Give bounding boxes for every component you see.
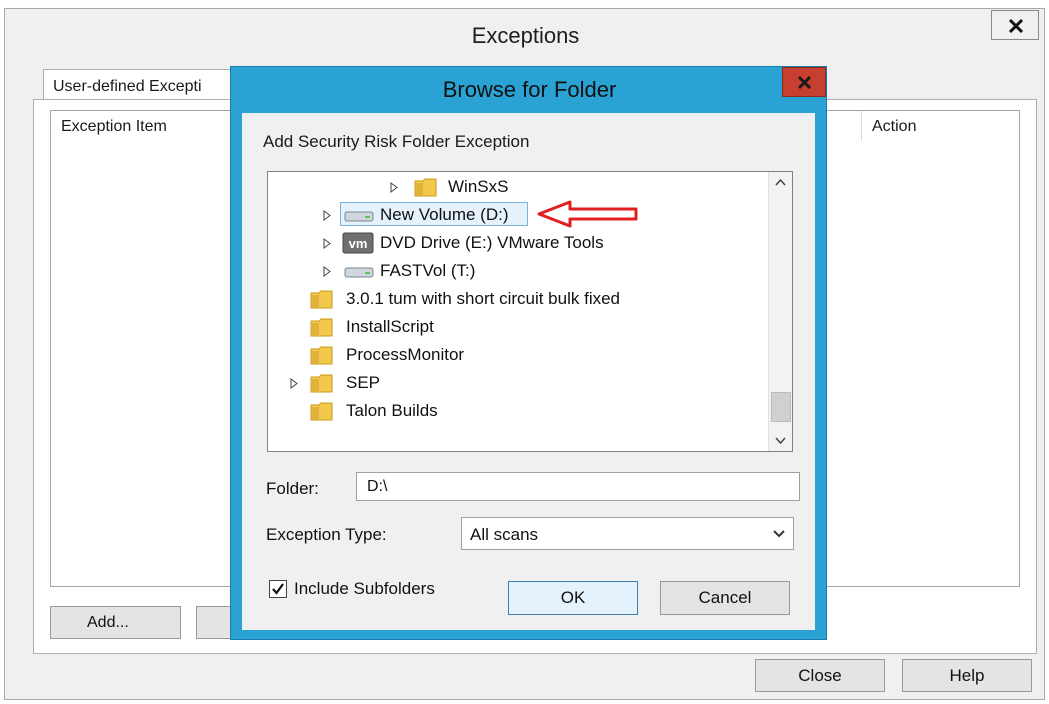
- tab-user-defined-exceptions[interactable]: User-defined Excepti: [43, 69, 243, 101]
- help-button[interactable]: Help: [902, 659, 1032, 692]
- folder-icon: [310, 290, 333, 309]
- chevron-down-icon: [773, 530, 785, 538]
- folder-icon: [310, 402, 333, 421]
- tree-node-folder[interactable]: 3.0.1 tum with short circuit bulk fixed: [268, 286, 768, 312]
- folder-tree[interactable]: WinSxS New Volume (D:) vm DVD Drive (E:)…: [267, 171, 793, 452]
- folder-icon: [414, 178, 437, 197]
- column-label: Action: [872, 118, 917, 135]
- expand-arrow-icon[interactable]: [290, 378, 298, 389]
- tree-node-sep[interactable]: SEP: [268, 370, 768, 396]
- expand-arrow-icon[interactable]: [390, 182, 398, 193]
- close-icon: [797, 75, 812, 90]
- add-button[interactable]: Add...: [50, 606, 181, 639]
- dialog-description: Add Security Risk Folder Exception: [263, 132, 530, 151]
- tree-node-fastvol[interactable]: FASTVol (T:): [268, 258, 768, 284]
- close-icon: [1008, 18, 1024, 34]
- chevron-down-icon: [775, 437, 786, 444]
- dialog-body: Add Security Risk Folder Exception WinSx…: [242, 113, 815, 630]
- expand-arrow-icon[interactable]: [323, 266, 331, 277]
- tree-node-winsxs[interactable]: WinSxS: [268, 174, 768, 200]
- scroll-thumb[interactable]: [771, 392, 791, 422]
- scroll-down-button[interactable]: [769, 429, 792, 451]
- checkmark-icon: [272, 583, 284, 595]
- folder-icon: [310, 346, 333, 365]
- tab-label: User-defined Excepti: [53, 78, 202, 95]
- ok-button[interactable]: OK: [508, 581, 638, 615]
- dialog-close-button[interactable]: [782, 67, 826, 97]
- include-subfolders-checkbox[interactable]: [269, 580, 287, 598]
- add-button-label: Add...: [87, 614, 129, 631]
- tree-scrollbar[interactable]: [768, 172, 792, 451]
- tree-node-dvd-drive[interactable]: vm DVD Drive (E:) VMware Tools: [268, 230, 768, 256]
- tree-node-processmonitor[interactable]: ProcessMonitor: [268, 342, 768, 368]
- close-button[interactable]: Close: [755, 659, 885, 692]
- tree-node-label: SEP: [346, 373, 381, 392]
- dialog-title: Browse for Folder: [442, 77, 617, 102]
- tree-node-label: Talon Builds: [346, 401, 438, 420]
- exception-type-select[interactable]: All scans: [461, 517, 794, 550]
- vmware-icon: vm: [342, 232, 374, 254]
- tree-node-new-volume[interactable]: New Volume (D:): [268, 202, 768, 228]
- folder-icon: [310, 374, 333, 393]
- vmware-badge-text: vm: [349, 236, 368, 251]
- tree-node-label: ProcessMonitor: [346, 345, 465, 364]
- cancel-button[interactable]: Cancel: [660, 581, 790, 615]
- tree-node-installscript[interactable]: InstallScript: [268, 314, 768, 340]
- tree-node-label: DVD Drive (E:) VMware Tools: [380, 233, 604, 252]
- include-subfolders-label[interactable]: Include Subfolders: [294, 579, 435, 599]
- exception-type-value: All scans: [470, 525, 539, 544]
- expand-arrow-icon[interactable]: [323, 210, 331, 221]
- chevron-up-icon: [775, 179, 786, 186]
- tree-node-label: New Volume (D:): [380, 205, 509, 224]
- window-close-button[interactable]: [991, 10, 1039, 40]
- tree-node-label: WinSxS: [448, 177, 509, 196]
- annotation-arrow-icon: [537, 200, 638, 228]
- tree-node-label: 3.0.1 tum with short circuit bulk fixed: [346, 289, 621, 308]
- tree-node-label: InstallScript: [346, 317, 434, 336]
- drive-icon: [344, 211, 374, 222]
- browse-for-folder-dialog: Browse for Folder Add Security Risk Fold…: [230, 66, 827, 640]
- window-title: Exceptions: [471, 23, 580, 48]
- folder-label: Folder:: [266, 479, 319, 498]
- folder-icon: [310, 318, 333, 337]
- exception-type-label: Exception Type:: [266, 525, 387, 544]
- scroll-up-button[interactable]: [769, 172, 792, 194]
- folder-input[interactable]: [356, 472, 800, 501]
- tree-node-label: FASTVol (T:): [380, 261, 476, 280]
- drive-icon: [344, 267, 374, 278]
- column-label: Exception Item: [61, 118, 167, 135]
- expand-arrow-icon[interactable]: [323, 238, 331, 249]
- tree-node-talon-builds[interactable]: Talon Builds: [268, 398, 768, 424]
- column-header-action[interactable]: Action: [861, 111, 1021, 141]
